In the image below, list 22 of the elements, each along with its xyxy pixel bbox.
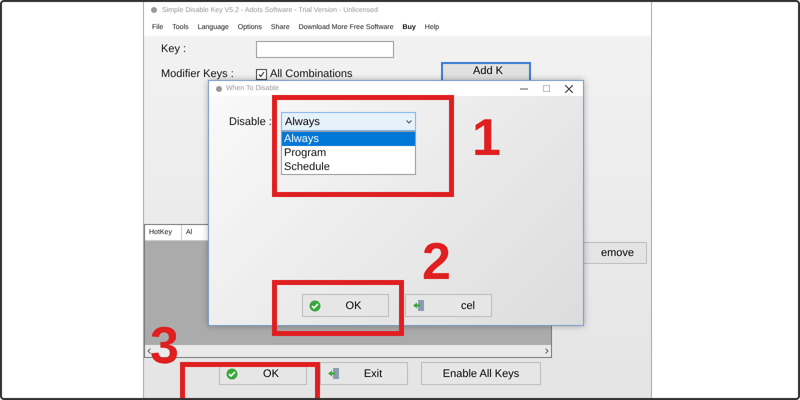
disable-dropdown[interactable]: Always (281, 112, 416, 131)
dropdown-option[interactable]: Always (282, 132, 415, 146)
door-icon (412, 299, 426, 312)
modifier-label: Modifier Keys : (161, 68, 235, 80)
key-field[interactable] (256, 40, 394, 58)
check-icon (226, 368, 238, 380)
enable-keys-button[interactable]: Enable All Keys (421, 362, 541, 385)
app-icon (150, 6, 158, 14)
exit-button[interactable]: Exit (320, 362, 408, 385)
disable-label: Disable : (229, 116, 273, 130)
cancel-button[interactable]: cel (405, 294, 492, 317)
door-icon (327, 367, 341, 380)
close-icon[interactable] (565, 84, 573, 92)
check-icon (309, 300, 321, 312)
step-number: 1 (472, 112, 501, 164)
checkbox-label: All Combinations (270, 68, 353, 80)
checkbox[interactable] (256, 68, 267, 80)
caret-icon (406, 120, 412, 124)
step-number: 2 (422, 236, 451, 288)
ok-button[interactable]: OK (302, 294, 389, 317)
key-label: Key : (161, 43, 188, 55)
app-icon (215, 84, 223, 92)
